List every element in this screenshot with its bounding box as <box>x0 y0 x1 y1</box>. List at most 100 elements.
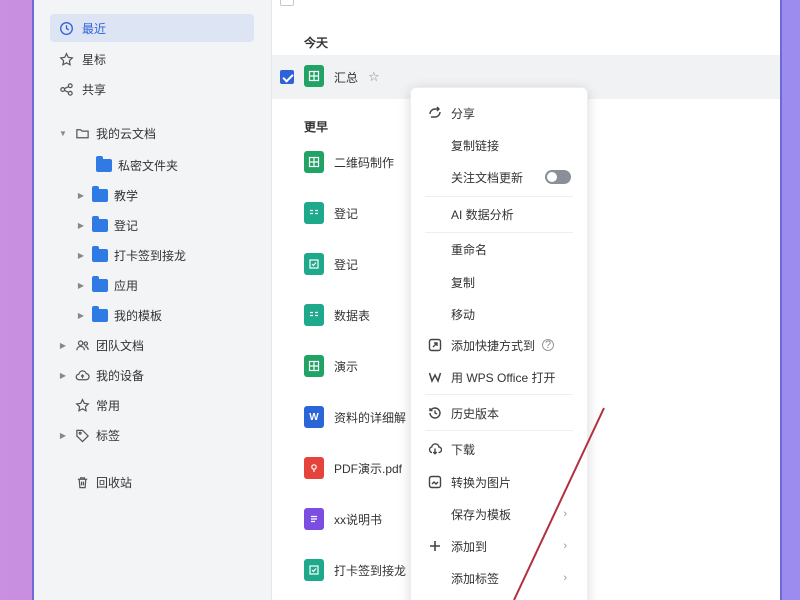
sidebar-item-label: 打卡签到接龙 <box>114 248 187 263</box>
file-name: 资料的详细解 <box>334 410 407 425</box>
file-name: 数据表 <box>334 308 371 323</box>
cloud-download-icon <box>427 441 443 457</box>
clock-icon <box>58 20 74 36</box>
sidebar-item-team-docs[interactable]: ▶ 团队文档 <box>58 333 144 357</box>
menu-item-label: 用 WPS Office 打开 <box>451 370 556 385</box>
menu-divider <box>425 196 573 197</box>
cloud-upload-icon <box>74 367 90 383</box>
folder-icon <box>92 245 108 262</box>
chevron-right-icon: › <box>563 508 567 520</box>
menu-item-download[interactable]: 下载 <box>411 434 587 464</box>
file-name: 二维码制作 <box>334 155 395 170</box>
caret-right-icon[interactable]: ▶ <box>58 341 68 350</box>
datatable-icon <box>304 304 324 326</box>
file-name: 登记 <box>334 257 359 272</box>
sidebar-item-folder-checkin[interactable]: ▶ 打卡签到接龙 <box>76 243 186 267</box>
checkin-form-icon <box>304 253 324 275</box>
star-icon[interactable]: ☆ <box>368 69 380 85</box>
caret-right-icon[interactable]: ▶ <box>58 431 68 440</box>
sidebar-item-private-folder[interactable]: 私密文件夹 <box>96 153 178 177</box>
menu-item-label: 添加标签 <box>451 571 500 586</box>
menu-item-ai-analysis[interactable]: AI 数据分析 <box>411 199 587 229</box>
sidebar-item-label: 常用 <box>96 398 121 413</box>
sidebar-item-my-devices[interactable]: ▶ 我的设备 <box>58 363 144 387</box>
help-icon[interactable]: ? <box>542 339 554 351</box>
sidebar-item-label: 教学 <box>114 188 139 203</box>
team-icon <box>74 337 90 353</box>
sidebar-item-label: 最近 <box>82 21 107 36</box>
menu-item-open-wps[interactable]: 用 WPS Office 打开 <box>411 362 587 392</box>
menu-item-copy-link[interactable]: 复制链接 <box>411 130 587 160</box>
section-earlier: 更早 <box>304 120 329 134</box>
menu-item-share[interactable]: 分享 <box>411 98 587 128</box>
menu-item-label: 复制 <box>451 275 476 290</box>
pdf-icon <box>304 457 324 479</box>
chevron-right-icon: › <box>563 540 567 552</box>
share-arrow-icon <box>427 105 443 121</box>
word-doc-icon: W <box>304 406 324 428</box>
menu-item-add-tag[interactable]: 添加标签 › <box>411 563 587 593</box>
trash-icon <box>74 474 90 490</box>
context-menu: 分享 复制链接 关注文档更新 AI 数据分析 重命名 复制 移动 添加快捷方式到… <box>410 87 588 600</box>
file-name: 演示 <box>334 359 359 374</box>
caret-right-icon[interactable]: ▶ <box>58 371 68 380</box>
menu-item-label: 添加到 <box>451 539 488 554</box>
share-nodes-icon <box>58 81 74 97</box>
sidebar-item-my-cloud-docs[interactable]: ▼ 我的云文档 <box>58 121 156 145</box>
sidebar-item-frequent[interactable]: 常用 <box>74 393 120 417</box>
menu-item-label: 保存为模板 <box>451 507 512 522</box>
row-checkbox[interactable] <box>280 0 294 6</box>
image-convert-icon <box>427 474 443 490</box>
caret-down-icon[interactable]: ▼ <box>58 129 68 138</box>
menu-item-add-to[interactable]: 添加到 › <box>411 531 587 561</box>
menu-item-follow-updates[interactable]: 关注文档更新 <box>411 162 587 192</box>
sidebar-item-shared[interactable]: 共享 <box>50 75 254 103</box>
sidebar-item-tags[interactable]: ▶ 标签 <box>58 423 120 447</box>
sidebar-item-folder-register[interactable]: ▶ 登记 <box>76 213 138 237</box>
sidebar-item-label: 团队文档 <box>96 338 145 353</box>
caret-right-icon[interactable]: ▶ <box>76 191 86 200</box>
spreadsheet-icon <box>304 65 324 87</box>
app-window: 最近 星标 共享 ▼ 我的云文档 私密文件夹 ▶ 教学 ▶ 登记 ▶ 打卡签到接… <box>32 0 782 600</box>
menu-item-history[interactable]: 历史版本 <box>411 398 587 428</box>
menu-item-rename[interactable]: 重命名 <box>411 234 587 264</box>
sidebar-item-recent[interactable]: 最近 <box>50 14 254 42</box>
shortcut-icon <box>427 337 443 353</box>
caret-right-icon[interactable]: ▶ <box>76 221 86 230</box>
wps-logo-icon <box>427 369 443 385</box>
file-name: 登记 <box>334 206 359 221</box>
folder-icon <box>92 185 108 202</box>
menu-item-label: 历史版本 <box>451 406 500 421</box>
sidebar-item-label: 登记 <box>114 218 139 233</box>
row-checkbox[interactable] <box>280 70 294 84</box>
menu-item-label: 分享 <box>451 106 476 121</box>
menu-item-to-image[interactable]: 转换为图片 <box>411 467 587 497</box>
plus-icon <box>427 538 443 554</box>
sidebar-item-folder-teaching[interactable]: ▶ 教学 <box>76 183 138 207</box>
sidebar-item-label: 标签 <box>96 428 121 443</box>
menu-item-label: AI 数据分析 <box>451 207 514 222</box>
menu-item-save-template[interactable]: 保存为模板 › <box>411 499 587 529</box>
sidebar-item-recycle-bin[interactable]: 回收站 <box>74 470 132 494</box>
caret-right-icon[interactable]: ▶ <box>76 251 86 260</box>
menu-item-add-shortcut[interactable]: 添加快捷方式到 ? <box>411 330 587 360</box>
section-today: 今天 <box>304 36 329 50</box>
menu-item-copy[interactable]: 复制 <box>411 267 587 297</box>
sidebar-item-starred[interactable]: 星标 <box>50 45 254 73</box>
cloud-folder-icon <box>74 125 90 141</box>
file-name: PDF演示.pdf <box>334 461 403 476</box>
menu-item-label: 添加快捷方式到 <box>451 338 536 353</box>
file-name: xx说明书 <box>334 512 383 527</box>
caret-right-icon[interactable]: ▶ <box>76 311 86 320</box>
sidebar: 最近 星标 共享 ▼ 我的云文档 私密文件夹 ▶ 教学 ▶ 登记 ▶ 打卡签到接… <box>34 0 272 600</box>
history-icon <box>427 405 443 421</box>
sidebar-item-label: 我的设备 <box>96 368 145 383</box>
document-icon <box>304 508 324 530</box>
follow-updates-toggle[interactable] <box>545 170 571 184</box>
folder-icon <box>92 305 108 322</box>
sidebar-item-label: 回收站 <box>96 475 133 490</box>
sidebar-item-folder-apps[interactable]: ▶ 应用 <box>76 273 138 297</box>
sidebar-item-folder-templates[interactable]: ▶ 我的模板 <box>76 303 162 327</box>
menu-item-move[interactable]: 移动 <box>411 299 587 329</box>
caret-right-icon[interactable]: ▶ <box>76 281 86 290</box>
